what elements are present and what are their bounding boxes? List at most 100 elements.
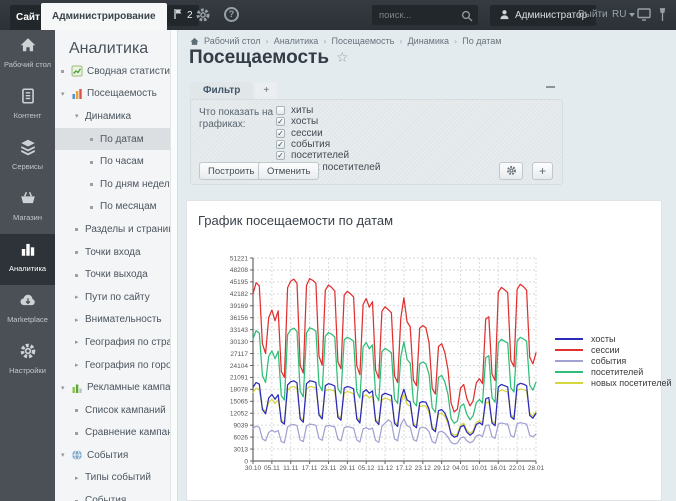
settings-gear-button[interactable] — [195, 7, 211, 23]
menu-item[interactable]: По часам — [55, 150, 171, 173]
logout-link[interactable]: Выйти — [578, 9, 608, 20]
menu-item[interactable]: ▸География по городам — [55, 354, 171, 377]
menu-item[interactable]: ▸Внимательность — [55, 309, 171, 332]
chart-title: График посещаемости по датам — [198, 213, 393, 228]
content: Рабочий стол›Аналитика›Посещаемость›Дина… — [178, 30, 676, 501]
menu-item[interactable]: Точки входа — [55, 241, 171, 264]
y-tick-label: 51221 — [230, 255, 248, 262]
collapse-triangle-icon: ▾ — [75, 112, 85, 120]
rail-item[interactable]: Marketplace — [0, 285, 55, 336]
menu-item[interactable]: ▸Пути по сайту — [55, 286, 171, 309]
filter-option-label: хосты — [291, 116, 318, 127]
filter-option[interactable]: хиты — [276, 105, 380, 116]
filter-option-checkbox[interactable]: ✓ — [276, 140, 285, 149]
menu-item[interactable]: Сводная статистика — [55, 60, 171, 83]
filter-option[interactable]: ✓события — [276, 139, 380, 150]
menu-item-label: Типы событий — [85, 472, 151, 483]
y-tick-label: 30130 — [230, 339, 248, 346]
x-tick-label: 05.12 — [358, 465, 375, 472]
expand-triangle-icon: ▸ — [75, 474, 85, 482]
menu-item[interactable]: ▾Посещаемость — [55, 83, 171, 106]
user-name: Администратор — [515, 10, 587, 21]
menu-item[interactable]: ▾Динамика — [55, 105, 171, 128]
legend-item: посетителей — [555, 367, 671, 378]
rail-item-label: Настройки — [0, 367, 55, 375]
help-button[interactable]: ? — [224, 7, 239, 22]
y-tick-label: 48208 — [230, 267, 248, 274]
person-icon — [499, 9, 510, 23]
pin-button[interactable] — [658, 7, 667, 27]
legend-item: новых посетителей — [555, 378, 671, 389]
breadcrumb-link[interactable]: Динамика — [408, 36, 449, 46]
menu-item[interactable]: Разделы и страницы — [55, 218, 171, 241]
legend-swatch — [555, 371, 583, 373]
menu-item[interactable]: Список кампаний — [55, 399, 171, 422]
rail-item[interactable]: Магазин — [0, 183, 55, 234]
menu-item[interactable]: ▾Рекламные кампании — [55, 376, 171, 399]
menu-item[interactable]: События — [55, 489, 171, 501]
filter-option[interactable]: ✓сессии — [276, 128, 380, 139]
menu-item-label: По дням недели — [100, 179, 175, 190]
menu-item-label: Сводная статистика — [87, 66, 178, 77]
breadcrumb-link[interactable]: По датам — [462, 36, 501, 46]
menu-item-label: Посещаемость — [87, 88, 157, 99]
gear-icon — [195, 7, 211, 23]
bitrix-admin-screen: Сайт Администрирование 2 ? Администратор… — [0, 0, 676, 501]
filter-collapse-button[interactable] — [546, 86, 555, 88]
menu-resize-handle[interactable] — [170, 30, 177, 501]
filter-option[interactable]: ✓посетителей — [276, 150, 380, 161]
x-tick-label: 29.12 — [434, 465, 451, 472]
menu-item[interactable]: ▸Типы событий — [55, 467, 171, 490]
menu-item-label: По часам — [100, 156, 144, 167]
expand-triangle-icon: ▸ — [75, 316, 85, 324]
document-icon — [19, 87, 37, 105]
search-input[interactable] — [372, 5, 463, 25]
admin-tab[interactable]: Администрирование — [41, 3, 167, 30]
menu-item[interactable]: По датам — [55, 128, 171, 151]
desktop-monitor-button[interactable] — [637, 8, 651, 26]
bullet-icon — [90, 180, 100, 188]
search-icon[interactable] — [461, 9, 473, 21]
rail-item[interactable]: Настройки — [0, 336, 55, 387]
rail-item-label: Сервисы — [0, 163, 55, 171]
filter-tab[interactable]: Фильтр — [190, 82, 253, 99]
y-tick-label: 36156 — [230, 315, 248, 322]
menu-item-label: Сравнение кампаний — [85, 427, 178, 438]
menu-item[interactable]: ▾События — [55, 444, 171, 467]
legend-item: события — [555, 355, 671, 366]
menu-item[interactable]: По месяцам — [55, 196, 171, 219]
menu-item[interactable]: ▸География по странам — [55, 331, 171, 354]
menu-item[interactable]: По дням недели — [55, 173, 171, 196]
breadcrumb-link[interactable]: Рабочий стол — [204, 36, 261, 46]
rail-item[interactable]: Сервисы — [0, 132, 55, 183]
filter-option[interactable]: ✓ хосты — [276, 116, 380, 127]
rail-item[interactable]: Аналитика — [0, 234, 55, 285]
bullet-icon — [90, 203, 100, 211]
language-selector[interactable]: RU — [612, 9, 635, 20]
menu-item[interactable]: Точки выхода — [55, 263, 171, 286]
filter-add-field-button[interactable]: + — [532, 162, 553, 180]
adv-campaigns-icon — [71, 382, 83, 394]
breadcrumb-home-icon[interactable] — [190, 37, 199, 46]
menu-item[interactable]: Сравнение кампаний — [55, 422, 171, 445]
cancel-button[interactable]: Отменить — [258, 162, 319, 180]
x-tick-label: 23.11 — [321, 465, 337, 472]
filter-settings-button[interactable] — [499, 162, 523, 180]
favorite-star-icon[interactable]: ☆ — [336, 50, 349, 66]
breadcrumb-link[interactable]: Аналитика — [274, 36, 319, 46]
legend-swatch — [555, 349, 583, 351]
breadcrumb-link[interactable]: Посещаемость — [331, 36, 394, 46]
notifications-button[interactable]: 2 — [167, 5, 199, 26]
rail-item[interactable]: Рабочий стол — [0, 30, 55, 81]
expand-triangle-icon: ▸ — [75, 338, 85, 346]
filter-option-checkbox[interactable]: ✓ — [276, 129, 285, 138]
filter-option-checkbox[interactable]: ✓ — [276, 117, 285, 126]
build-button[interactable]: Построить — [199, 162, 263, 180]
filter-option-checkbox[interactable] — [276, 106, 285, 115]
legend-swatch — [555, 338, 583, 340]
menu-item-label: Точки выхода — [85, 269, 148, 280]
filter-option-checkbox[interactable]: ✓ — [276, 151, 285, 160]
rail-item[interactable]: Контент — [0, 81, 55, 132]
add-filter-tab[interactable]: + — [255, 82, 277, 99]
x-tick-label: 30.10 — [245, 465, 262, 472]
